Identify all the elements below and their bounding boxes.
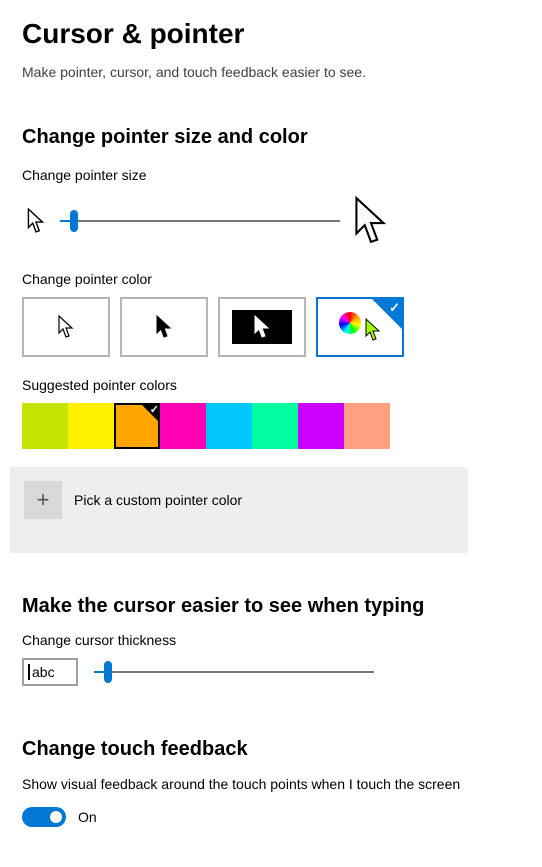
cursor-inverted-icon: [254, 315, 270, 339]
suggested-color-swatch[interactable]: [160, 403, 206, 449]
section-heading-cursor: Make the cursor easier to see when typin…: [22, 595, 520, 618]
page-title: Cursor & pointer: [22, 18, 520, 50]
pointer-color-black-tile[interactable]: [120, 297, 208, 357]
suggested-color-swatch[interactable]: [344, 403, 390, 449]
custom-color-area: + Pick a custom pointer color: [10, 467, 468, 553]
pointer-color-row: ✓: [22, 297, 520, 357]
section-heading-touch: Change touch feedback: [22, 738, 520, 761]
pointer-size-slider[interactable]: [60, 209, 340, 233]
cursor-thickness-sample-text: abc: [32, 664, 55, 680]
touch-feedback-toggle-state: On: [78, 809, 97, 825]
color-wheel-icon: [339, 312, 361, 334]
pointer-color-white-tile[interactable]: [22, 297, 110, 357]
pointer-size-preview-large-icon: [350, 193, 392, 249]
pointer-size-preview-small-icon: [22, 205, 50, 237]
cursor-thickness-label: Change cursor thickness: [22, 632, 520, 648]
check-icon: ✓: [150, 403, 159, 416]
section-heading-size-color: Change pointer size and color: [22, 126, 520, 149]
touch-feedback-description: Show visual feedback around the touch po…: [22, 775, 492, 795]
cursor-thickness-preview: abc: [22, 658, 78, 686]
suggested-color-swatch[interactable]: [298, 403, 344, 449]
pointer-color-inverted-tile[interactable]: [218, 297, 306, 357]
plus-icon: +: [24, 481, 62, 519]
suggested-color-swatch[interactable]: [22, 403, 68, 449]
suggested-colors-label: Suggested pointer colors: [22, 377, 520, 393]
suggested-color-swatch[interactable]: ✓: [114, 403, 160, 449]
suggested-color-swatch[interactable]: [252, 403, 298, 449]
pointer-color-label: Change pointer color: [22, 271, 520, 287]
check-icon: ✓: [389, 300, 400, 316]
pick-custom-color-button[interactable]: + Pick a custom pointer color: [24, 481, 454, 519]
pick-custom-color-label: Pick a custom pointer color: [74, 492, 242, 508]
suggested-colors-row: ✓: [22, 403, 520, 449]
cursor-thickness-slider[interactable]: [94, 660, 374, 684]
page-subtitle: Make pointer, cursor, and touch feedback…: [22, 64, 520, 80]
touch-feedback-toggle[interactable]: [22, 807, 66, 827]
pointer-size-label: Change pointer size: [22, 167, 520, 183]
suggested-color-swatch[interactable]: [68, 403, 114, 449]
suggested-color-swatch[interactable]: [206, 403, 252, 449]
cursor-white-icon: [58, 315, 74, 339]
cursor-black-icon: [156, 315, 172, 339]
pointer-color-custom-tile[interactable]: ✓: [316, 297, 404, 357]
